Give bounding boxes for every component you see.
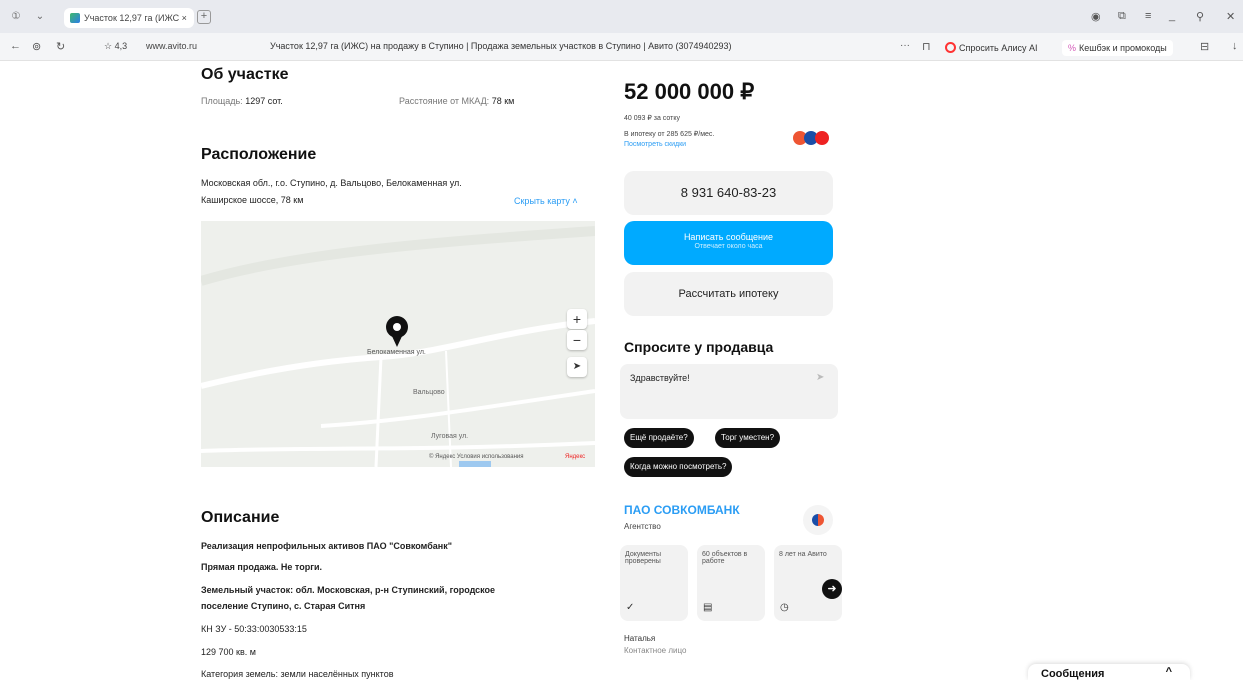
description-line: Прямая продажа. Не торги. [201,562,322,572]
map-pin-center [393,323,401,331]
avito-favicon-icon [70,13,80,23]
map-label-street: Белокаменная ул. [367,349,426,356]
contact-name: Наталья [624,634,656,643]
description-line: Земельный участок: обл. Московская, р-н … [201,585,496,595]
alice-ring-icon [945,42,956,53]
area-info: Площадь: 1297 сот. [201,96,283,106]
address-bar: ← ⊚ ↻ ☆ 4,3 www.avito.ru Участок 12,97 г… [0,33,1243,61]
mortgage-info: В ипотеку от 285 625 ₽/мес. [624,131,715,138]
map-canvas [201,221,595,467]
reply-time: Отвечает около часа [694,243,763,250]
protect-icon[interactable]: ⊚ [32,40,41,53]
seller-badge-card[interactable]: Документы проверены ✓ [620,545,688,621]
distance-info: Расстояние от МКАД: 78 км [399,96,514,106]
yandex-logo: Яндекс [565,454,586,460]
seller-avatar[interactable] [803,505,833,535]
seller-badge-card[interactable]: 60 объектов в работе ▤ [697,545,765,621]
distance-label: Расстояние от МКАД: [399,96,490,106]
page-content: Об участке Площадь: 1297 сот. Расстояние… [0,61,1243,680]
description-heading: Описание [201,509,280,526]
ask-seller-heading: Спросите у продавца [624,339,774,355]
area-label: Площадь: [201,96,243,106]
contact-role: Контактное лицо [624,646,687,655]
hide-map-link[interactable]: Скрыть карту ˄ [514,196,578,206]
discounts-link[interactable]: Посмотреть скидки [624,141,686,148]
more-icon[interactable]: ··· [900,40,910,51]
tab-title: Участок 12,97 га (ИЖС × [84,13,187,23]
ask-alice-button[interactable]: Спросить Алису AI [945,40,1038,56]
bank-logo-icon [812,514,824,526]
alice-icon[interactable]: ◉ [1091,10,1101,23]
map[interactable]: Белокаменная ул. Вальцово Луговая ул. © … [201,221,595,467]
quick-reply-chip[interactable]: Ещё продаёте? [624,428,694,448]
site-domain[interactable]: www.avito.ru [146,41,197,51]
description-line: КН ЗУ - 50:33:0030533:15 [201,624,307,634]
description-line: поселение Ступино, с. Старая Ситня [201,601,366,611]
map-terms-link[interactable]: © Яндекс Условия использования [429,454,524,460]
cashback-label: Кешбэк и промокоды [1079,43,1167,53]
about-heading: Об участке [201,66,289,83]
distance-value: 78 км [491,96,515,106]
message-value: Здравствуйте! [630,373,690,383]
bank-logo-icon [815,131,829,145]
close-icon[interactable]: ✕ [1226,10,1235,23]
check-icon: ✓ [626,602,635,613]
map-water [459,461,491,467]
phone-button[interactable]: 8 931 640-83-23 [624,171,833,215]
ask-alice-label: Спросить Алису AI [959,43,1038,53]
bookmark-icon[interactable]: ⊓ [922,40,931,53]
browser-tab-bar: ① ⌄ Участок 12,97 га (ИЖС × + ◉ ⧉ ≡ _ ⚲ … [0,0,1243,33]
browser-tab[interactable]: Участок 12,97 га (ИЖС × [64,8,194,28]
app-menu-icon[interactable]: ① [8,9,24,25]
site-rating[interactable]: ☆ 4,3 [104,41,127,52]
seller-name-link[interactable]: ПАО СОВКОМБАНК [624,503,740,517]
listing-icon: ▤ [703,602,713,613]
quick-reply-chip[interactable]: Когда можно посмотреть? [624,457,733,477]
quick-reply-chip[interactable]: Торг уместен? [715,428,781,448]
new-tab-button[interactable]: + [197,10,211,24]
back-icon[interactable]: ← [10,40,21,52]
extensions-icon[interactable]: ⊟ [1200,40,1209,53]
price-per-sotka: 40 093 ₽ за сотку [624,115,680,122]
send-icon[interactable]: ➤ [816,372,824,383]
mortgage-calc-button[interactable]: Рассчитать ипотеку [624,272,833,316]
chevron-down-icon[interactable]: ⌄ [32,9,48,25]
map-label-street: Луговая ул. [431,433,469,440]
seller-type: Агентство [624,522,661,531]
locate-icon[interactable]: ➤ [567,357,587,377]
percent-icon: % [1068,43,1077,53]
badge-text: 8 лет на Авито [779,551,827,558]
menu-icon[interactable]: ≡ [1145,10,1151,22]
clock-icon: ◷ [780,602,789,613]
collections-icon[interactable]: ⧉ [1118,10,1126,23]
cashback-button[interactable]: % Кешбэк и промокоды [1062,40,1173,56]
badge-text: Документы проверены [625,551,662,565]
messages-label: Сообщения [1041,668,1105,680]
minimize-icon[interactable]: _ [1169,10,1175,22]
location-heading: Расположение [201,146,317,163]
pin-icon[interactable]: ⚲ [1196,10,1204,23]
message-input[interactable]: Здравствуйте! ➤ [620,364,838,419]
badge-text: 60 объектов в работе [702,551,748,565]
zoom-out-button[interactable]: − [567,330,587,350]
zoom-in-button[interactable]: + [567,309,587,329]
description-line: 129 700 кв. м [201,647,256,657]
download-icon[interactable]: ↓ [1232,40,1238,52]
address: Московская обл., г.о. Ступино, д. Вальцо… [201,178,462,188]
map-label-village: Вальцово [413,389,445,396]
price: 52 000 000 ₽ [624,79,755,104]
description-line: Реализация непрофильных активов ПАО "Сов… [201,541,452,551]
bank-logos-icon [793,129,833,145]
write-message-label: Написать сообщение [683,232,774,242]
reload-icon[interactable]: ↻ [56,40,65,53]
write-message-button[interactable]: Написать сообщение Отвечает около часа [624,221,833,265]
chevron-up-icon[interactable]: ^ [1166,666,1172,678]
carousel-next-icon[interactable]: ➜ [822,579,842,599]
url-field[interactable]: Участок 12,97 га (ИЖС) на продажу в Ступ… [270,41,732,51]
area-value: 1297 сот. [245,96,283,106]
highway: Каширское шоссе, 78 км [201,195,304,205]
description-line: Категория земель: земли населённых пункт… [201,669,394,679]
messages-widget[interactable]: Сообщения ^ [1028,664,1190,680]
